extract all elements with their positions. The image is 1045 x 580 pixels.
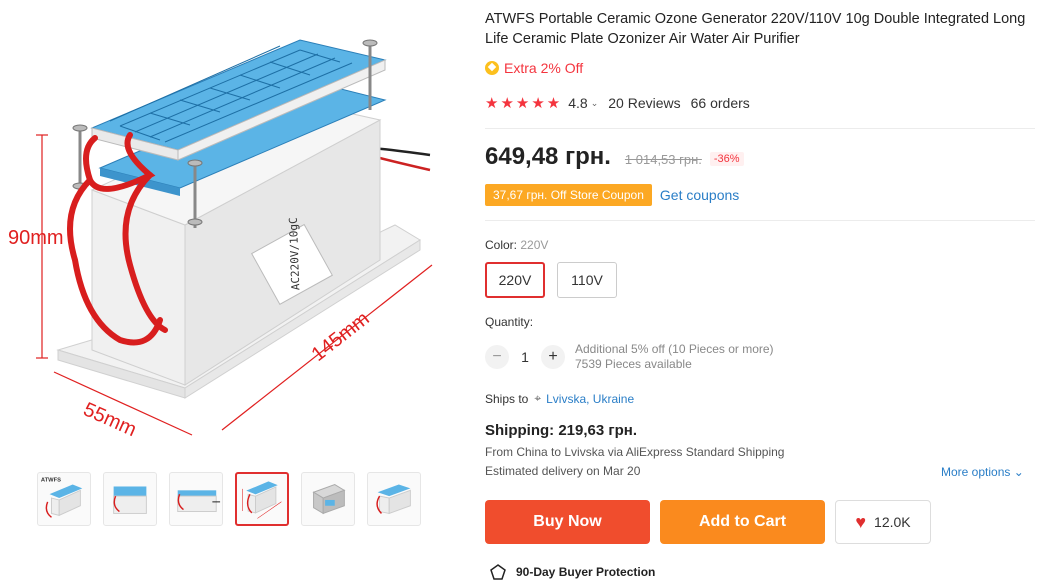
product-title: ATWFS Portable Ceramic Ozone Generator 2… bbox=[485, 11, 1026, 47]
product-main-image[interactable]: AC220V/10gC 90mm 55mm 145mm bbox=[0, 0, 470, 460]
divider bbox=[485, 128, 1035, 129]
dimension-length: 145mm bbox=[308, 308, 374, 366]
shield-icon bbox=[490, 564, 506, 580]
current-price: 649,48 грн. bbox=[485, 143, 611, 170]
quantity-note: Additional 5% off (10 Pieces or more) 75… bbox=[575, 342, 774, 372]
bulk-discount-text: Additional 5% off (10 Pieces or more) bbox=[575, 342, 774, 356]
ship-location-link[interactable]: Lvivska, Ukraine bbox=[546, 392, 634, 406]
variant-110v[interactable]: 110V bbox=[557, 262, 617, 298]
shipping-route: From China to Lvivska via AliExpress Sta… bbox=[485, 445, 785, 459]
store-coupon-badge[interactable]: 37,67 грн. Off Store Coupon bbox=[485, 184, 652, 206]
coin-icon bbox=[485, 61, 499, 75]
quantity-input[interactable]: 1 bbox=[509, 349, 541, 365]
ships-to-row: Ships to ⌖ Lvivska, Ukraine bbox=[485, 391, 634, 406]
thumbnail-4-selected[interactable] bbox=[235, 472, 289, 526]
thumbnail-5[interactable] bbox=[301, 472, 355, 526]
action-buttons: Buy Now Add to Cart ♥ 12.0K bbox=[485, 500, 931, 544]
thumbnail-3[interactable] bbox=[169, 472, 223, 526]
more-shipping-options-link[interactable]: More options ⌄ bbox=[941, 465, 1024, 479]
extra-discount-text: Extra 2% Off bbox=[504, 60, 584, 76]
get-coupons-link[interactable]: Get coupons bbox=[660, 187, 739, 203]
color-variants: 220V 110V bbox=[485, 262, 617, 298]
extra-discount-badge: Extra 2% Off bbox=[485, 60, 583, 76]
chevron-down-icon[interactable]: ⌄ bbox=[591, 98, 599, 109]
discount-badge: -36% bbox=[709, 152, 744, 166]
location-pin-icon: ⌖ bbox=[534, 391, 542, 405]
device-label: AC220V/10gC bbox=[287, 217, 303, 290]
thumbnail-6[interactable] bbox=[367, 472, 421, 526]
rating-row: ★★★★★ 4.8 ⌄ 20 Reviews 66 orders bbox=[485, 94, 750, 112]
coupon-row: 37,67 грн. Off Store Coupon Get coupons bbox=[485, 184, 739, 206]
thumbnail-2[interactable] bbox=[103, 472, 157, 526]
quantity-plus-button[interactable]: + bbox=[541, 345, 565, 369]
dimension-height: 90mm bbox=[8, 227, 64, 249]
thumbnail-brand-text: ATWFS bbox=[41, 478, 61, 484]
thumbnail-strip: ATWFS bbox=[37, 472, 421, 526]
orders-count: 66 orders bbox=[690, 95, 750, 111]
reviews-link[interactable]: 20 Reviews bbox=[608, 95, 680, 111]
product-gallery: AC220V/10gC 90mm 55mm 145mm ATWFS bbox=[0, 0, 470, 580]
quantity-label: Quantity: bbox=[485, 315, 534, 329]
variant-220v[interactable]: 220V bbox=[485, 262, 545, 298]
quantity-stepper: − 1 + Additional 5% off (10 Pieces or mo… bbox=[485, 342, 774, 372]
thumbnail-1[interactable]: ATWFS bbox=[37, 472, 91, 526]
chevron-down-icon: ⌄ bbox=[1013, 465, 1024, 479]
buy-now-button[interactable]: Buy Now bbox=[485, 500, 650, 544]
wishlist-count: 12.0K bbox=[874, 514, 911, 530]
price-row: 649,48 грн. 1 014,53 грн. -36% bbox=[485, 143, 744, 171]
shipping-cost: Shipping: 219,63 грн. bbox=[485, 422, 637, 439]
color-label: Color: 220V bbox=[485, 238, 549, 252]
add-to-cart-button[interactable]: Add to Cart bbox=[660, 500, 825, 544]
quantity-minus-button[interactable]: − bbox=[485, 345, 509, 369]
divider bbox=[485, 220, 1035, 221]
star-rating-icon: ★★★★★ bbox=[485, 95, 563, 112]
stock-available-text: 7539 Pieces available bbox=[575, 357, 692, 371]
ships-to-label: Ships to bbox=[485, 391, 529, 406]
buyer-protection-label: 90-Day Buyer Protection bbox=[516, 565, 656, 579]
selected-color: 220V bbox=[520, 238, 549, 252]
rating-value[interactable]: 4.8 bbox=[568, 95, 587, 111]
dimension-width: 55mm bbox=[80, 398, 140, 441]
wishlist-button[interactable]: ♥ 12.0K bbox=[835, 500, 931, 544]
estimated-delivery: Estimated delivery on Mar 20 bbox=[485, 464, 641, 478]
heart-icon: ♥ bbox=[855, 511, 867, 532]
buyer-protection: 90-Day Buyer Protection bbox=[490, 564, 655, 580]
original-price: 1 014,53 грн. bbox=[624, 152, 702, 167]
